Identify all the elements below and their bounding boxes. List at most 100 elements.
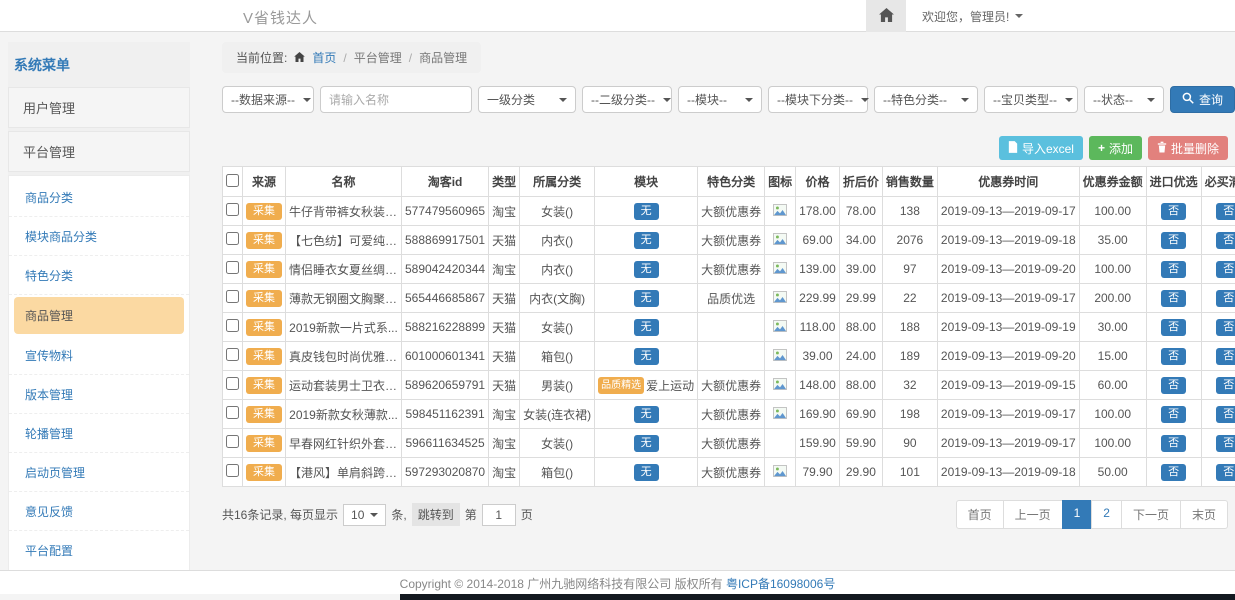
filter-select-4[interactable]: --模块下分类-- <box>768 86 868 113</box>
coupon-amount-cell: 200.00 <box>1079 284 1146 313</box>
row-checkbox[interactable] <box>226 232 239 245</box>
filter-select-1[interactable]: 一级分类 <box>478 86 576 113</box>
import-excel-button[interactable]: 导入excel <box>999 136 1083 160</box>
filter-select-2[interactable]: --二级分类-- <box>582 86 672 113</box>
page-button-上一页[interactable]: 上一页 <box>1003 500 1063 529</box>
must-buy-badge[interactable]: 否 <box>1216 406 1235 423</box>
feature-category-cell <box>698 342 765 371</box>
filter-select-0[interactable]: --数据来源-- <box>222 86 314 113</box>
sidebar-item-1[interactable]: 平台管理 <box>8 131 190 172</box>
must-buy-badge[interactable]: 否 <box>1216 261 1235 278</box>
import-select-badge[interactable]: 否 <box>1161 464 1186 481</box>
sidebar-subitem-6[interactable]: 宣传物料 <box>9 336 189 375</box>
sidebar-subitem-7[interactable]: 版本管理 <box>9 375 189 414</box>
batch-delete-button[interactable]: 批量删除 <box>1148 136 1228 160</box>
import-select-badge[interactable]: 否 <box>1161 261 1186 278</box>
type-cell: 淘宝 <box>489 458 520 487</box>
import-select-badge[interactable]: 否 <box>1161 435 1186 452</box>
sidebar-subitem-9[interactable]: 启动页管理 <box>9 453 189 492</box>
pagination-buttons: 首页上一页12下一页末页 <box>957 500 1228 529</box>
sidebar-subitem-3[interactable]: 模块商品分类 <box>9 217 189 256</box>
sidebar-item-0[interactable]: 用户管理 <box>8 87 190 128</box>
row-checkbox[interactable] <box>226 203 239 216</box>
page-button-末页[interactable]: 末页 <box>1180 500 1228 529</box>
sidebar-subitem-11[interactable]: 平台配置 <box>9 531 189 569</box>
module-cell: 无 <box>595 400 698 429</box>
taoke-id-cell: 589620659791 <box>402 371 489 400</box>
import-select-badge[interactable]: 否 <box>1161 406 1186 423</box>
product-name-cell: 2019新款女秋薄款... <box>286 400 402 429</box>
sidebar-subitem-4[interactable]: 特色分类 <box>9 256 189 295</box>
must-buy-cell: 否 <box>1201 197 1235 226</box>
row-checkbox[interactable] <box>226 435 239 448</box>
query-button[interactable]: 查询 <box>1170 86 1235 113</box>
must-buy-badge[interactable]: 否 <box>1216 435 1235 452</box>
user-menu[interactable]: 欢迎您，管理员! <box>906 0 1039 32</box>
sidebar-subitem-2[interactable]: 商品分类 <box>9 178 189 217</box>
filter-select-5[interactable]: --特色分类-- <box>874 86 978 113</box>
breadcrumb-item-platform[interactable]: 平台管理 <box>354 49 402 66</box>
icp-link[interactable]: 粤ICP备16098006号 <box>726 577 835 591</box>
page-button-下一页[interactable]: 下一页 <box>1121 500 1181 529</box>
must-buy-badge[interactable]: 否 <box>1216 319 1235 336</box>
must-buy-badge[interactable]: 否 <box>1216 290 1235 307</box>
price-cell: 79.90 <box>796 458 840 487</box>
icon-cell <box>765 284 796 313</box>
row-checkbox[interactable] <box>226 319 239 332</box>
import-select-badge[interactable]: 否 <box>1161 203 1186 220</box>
table-toolbar: 导入excel + 添加 批量删除 <box>222 136 1228 160</box>
type-cell: 淘宝 <box>489 255 520 284</box>
column-header-折后价: 折后价 <box>839 167 882 197</box>
import-select-badge[interactable]: 否 <box>1161 348 1186 365</box>
per-page-value: 10 <box>351 508 364 522</box>
filter-select-7[interactable]: --状态-- <box>1084 86 1164 113</box>
sidebar-menu: 用户管理平台管理商品分类模块商品分类特色分类商品管理宣传物料版本管理轮播管理启动… <box>8 87 190 570</box>
name-search-input[interactable] <box>320 86 472 113</box>
jump-page-input[interactable] <box>482 504 516 526</box>
source-cell: 采集 <box>243 342 286 371</box>
import-select-badge[interactable]: 否 <box>1161 377 1186 394</box>
filter-select-3[interactable]: --模块-- <box>678 86 762 113</box>
page-button-首页[interactable]: 首页 <box>956 500 1004 529</box>
import-file-icon <box>1008 141 1018 156</box>
must-buy-badge[interactable]: 否 <box>1216 377 1235 394</box>
row-checkbox[interactable] <box>226 377 239 390</box>
select-all-checkbox[interactable] <box>226 174 239 187</box>
page-button-2[interactable]: 2 <box>1091 500 1122 529</box>
row-select-cell <box>223 313 243 342</box>
must-buy-badge[interactable]: 否 <box>1216 232 1235 249</box>
import-select-badge[interactable]: 否 <box>1161 290 1186 307</box>
module-cell: 无 <box>595 342 698 371</box>
add-button[interactable]: + 添加 <box>1089 136 1142 160</box>
import-select-badge[interactable]: 否 <box>1161 319 1186 336</box>
source-cell: 采集 <box>243 429 286 458</box>
column-header-模块: 模块 <box>595 167 698 197</box>
jump-to-button[interactable]: 跳转到 <box>412 503 460 526</box>
must-buy-badge[interactable]: 否 <box>1216 348 1235 365</box>
filter-select-6[interactable]: --宝贝类型-- <box>984 86 1078 113</box>
coupon-time-cell: 2019-09-13—2019-09-17 <box>937 197 1079 226</box>
row-checkbox[interactable] <box>226 348 239 361</box>
import-select-badge[interactable]: 否 <box>1161 232 1186 249</box>
caret-down-icon <box>303 98 311 102</box>
breadcrumb-item-goods[interactable]: 商品管理 <box>419 49 467 66</box>
row-checkbox[interactable] <box>226 261 239 274</box>
taoke-id-cell: 588216228899 <box>402 313 489 342</box>
sidebar-subitem-5[interactable]: 商品管理 <box>14 297 184 334</box>
sidebar-subitem-8[interactable]: 轮播管理 <box>9 414 189 453</box>
must-buy-badge[interactable]: 否 <box>1216 203 1235 220</box>
must-buy-badge[interactable]: 否 <box>1216 464 1235 481</box>
per-page-select[interactable]: 10 <box>343 504 386 526</box>
type-cell: 天猫 <box>489 226 520 255</box>
home-button[interactable] <box>866 0 906 32</box>
row-checkbox[interactable] <box>226 464 239 477</box>
feature-category-cell: 大额优惠券 <box>698 197 765 226</box>
discount-price-cell: 69.90 <box>839 400 882 429</box>
breadcrumb-home-link[interactable]: 首页 <box>312 49 336 66</box>
column-header-价格: 价格 <box>796 167 840 197</box>
row-checkbox[interactable] <box>226 406 239 419</box>
page-button-1[interactable]: 1 <box>1062 500 1093 529</box>
sidebar-subitem-10[interactable]: 意见反馈 <box>9 492 189 531</box>
source-badge: 采集 <box>246 319 282 336</box>
row-checkbox[interactable] <box>226 290 239 303</box>
